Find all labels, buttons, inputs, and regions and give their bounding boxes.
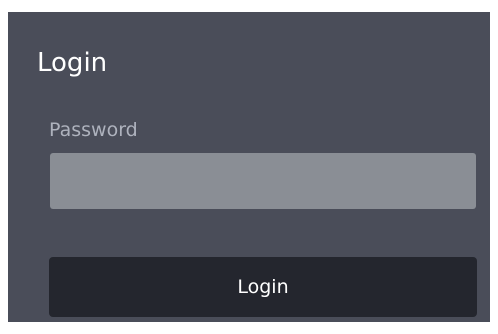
login-title: Login [37,48,108,78]
login-panel: Login Password Login [8,12,490,322]
password-label: Password [49,119,138,141]
login-page: Login Password Login [0,0,498,334]
login-button[interactable]: Login [49,257,477,317]
password-input[interactable] [50,153,476,209]
